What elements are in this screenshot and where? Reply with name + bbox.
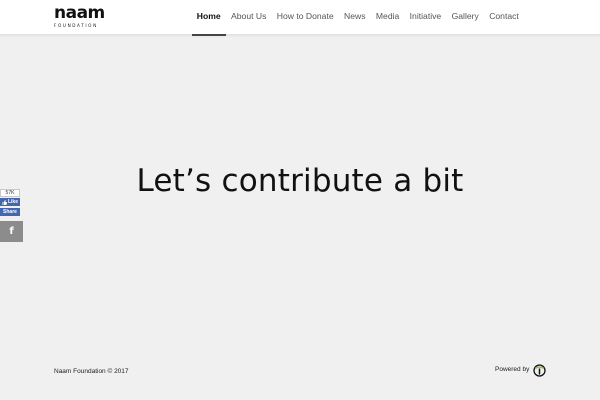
site-header: naam FOUNDATION Home About Us How to Don… xyxy=(0,0,600,36)
nav-about-us[interactable]: About Us xyxy=(226,0,272,35)
facebook-share-button[interactable]: Share xyxy=(0,208,20,216)
powered-by-logo-icon[interactable] xyxy=(533,364,546,377)
nav-news[interactable]: News xyxy=(339,0,371,35)
logo-subtitle: FOUNDATION xyxy=(54,23,98,28)
nav-contact[interactable]: Contact xyxy=(484,0,524,35)
nav-media[interactable]: Media xyxy=(371,0,405,35)
nav-initiative[interactable]: Initiative xyxy=(404,0,446,35)
logo-mark: naam xyxy=(54,3,105,23)
thumbs-up-icon xyxy=(2,199,7,205)
hero-title: Let’s contribute a bit xyxy=(136,163,464,199)
nav-home[interactable]: Home xyxy=(191,0,227,36)
nav-gallery[interactable]: Gallery xyxy=(446,0,484,35)
like-label: Like xyxy=(7,199,18,205)
facebook-like-count: 57K xyxy=(0,189,20,197)
naam-foundation-logo[interactable]: naam FOUNDATION xyxy=(54,3,105,31)
facebook-like-button[interactable]: Like xyxy=(0,198,20,206)
facebook-share-icon-button[interactable]: f xyxy=(0,221,23,242)
footer-powered-by: Powered by xyxy=(495,366,530,373)
facebook-icon: f xyxy=(9,226,14,237)
footer-copyright: Naam Foundation © 2017 xyxy=(54,368,129,375)
main-nav: Home About Us How to Donate News Media I… xyxy=(191,0,524,36)
nav-how-to-donate[interactable]: How to Donate xyxy=(272,0,339,35)
